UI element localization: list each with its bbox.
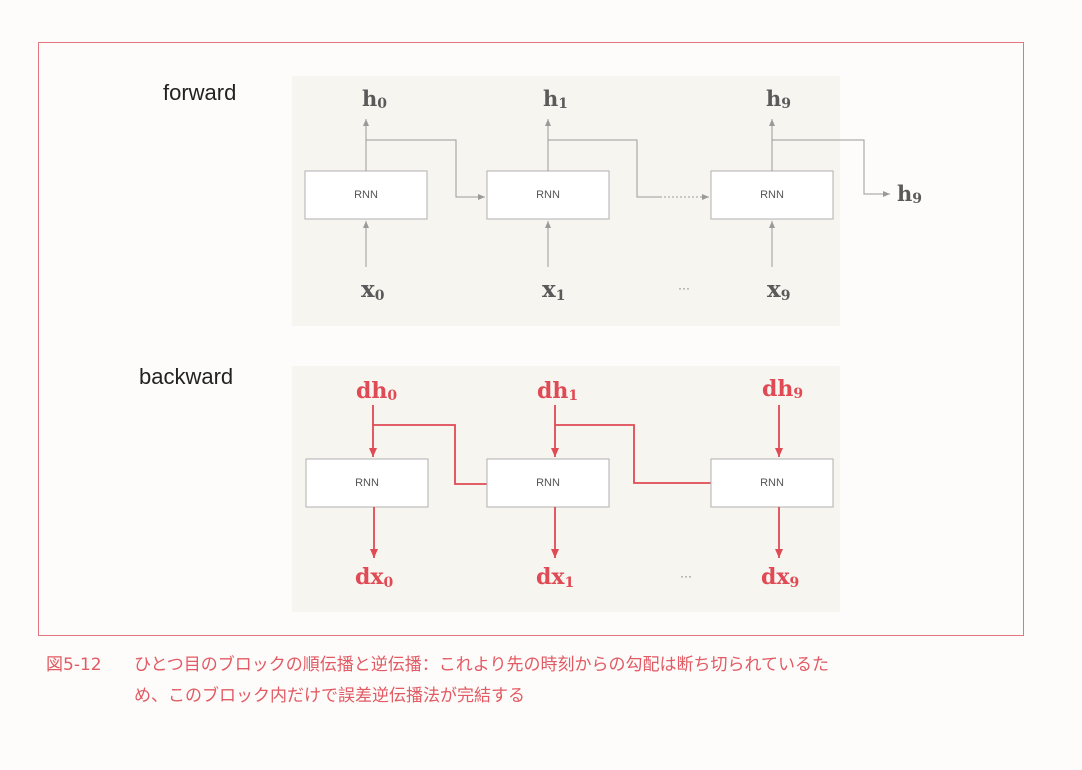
forward-output-0: h0 [362, 86, 387, 112]
backward-rnn-label-1: RNN [536, 477, 560, 489]
forward-rnn-label-0: RNN [354, 189, 378, 201]
forward-input-9: x9 [767, 276, 790, 304]
forward-output-9: h9 [766, 86, 791, 112]
forward-diagram: RNN RNN RNN h0 h1 h9 h9 x0 x1 x9 ··· [304, 86, 922, 304]
forward-input-0: x0 [361, 276, 385, 304]
caption-line-1: 図5-12 ひとつ目のブロックの順伝播と逆伝播：これより先の時刻からの勾配は断ち切… [46, 650, 1046, 681]
forward-input-1: x1 [542, 276, 565, 304]
forward-rnn-label-9: RNN [760, 189, 784, 201]
backward-rnn-label-9: RNN [760, 477, 784, 489]
backward-rnn-label-0: RNN [355, 477, 379, 489]
figure-caption: 図5-12 ひとつ目のブロックの順伝播と逆伝播：これより先の時刻からの勾配は断ち切… [46, 650, 1046, 712]
caption-text-1: ひとつ目のブロックの順伝播と逆伝播：これより先の時刻からの勾配は断ち切られている… [134, 655, 829, 675]
forward-rnn-label-1: RNN [536, 189, 560, 201]
backward-grad-in-1: dh1 [537, 378, 578, 404]
backward-diagram: RNN RNN RNN dh0 dh1 dh9 dx0 dx1 dx9 ··· [305, 376, 834, 591]
forward-next-state: h9 [897, 181, 922, 207]
caption-text-2: め、このブロック内だけで誤差逆伝播法が完結する [134, 686, 525, 706]
backward-grad-out-1: dx1 [536, 564, 574, 591]
backward-grad-in-0: dh0 [356, 378, 397, 404]
backward-grad-in-9: dh9 [762, 376, 803, 402]
backward-grad-out-0: dx0 [355, 564, 394, 591]
backward-ellipsis: ··· [680, 569, 692, 583]
forward-ellipsis: ··· [678, 281, 690, 295]
backward-grad-out-9: dx9 [761, 564, 799, 591]
forward-output-1: h1 [543, 86, 568, 112]
figure-number: 図5-12 [46, 655, 102, 675]
